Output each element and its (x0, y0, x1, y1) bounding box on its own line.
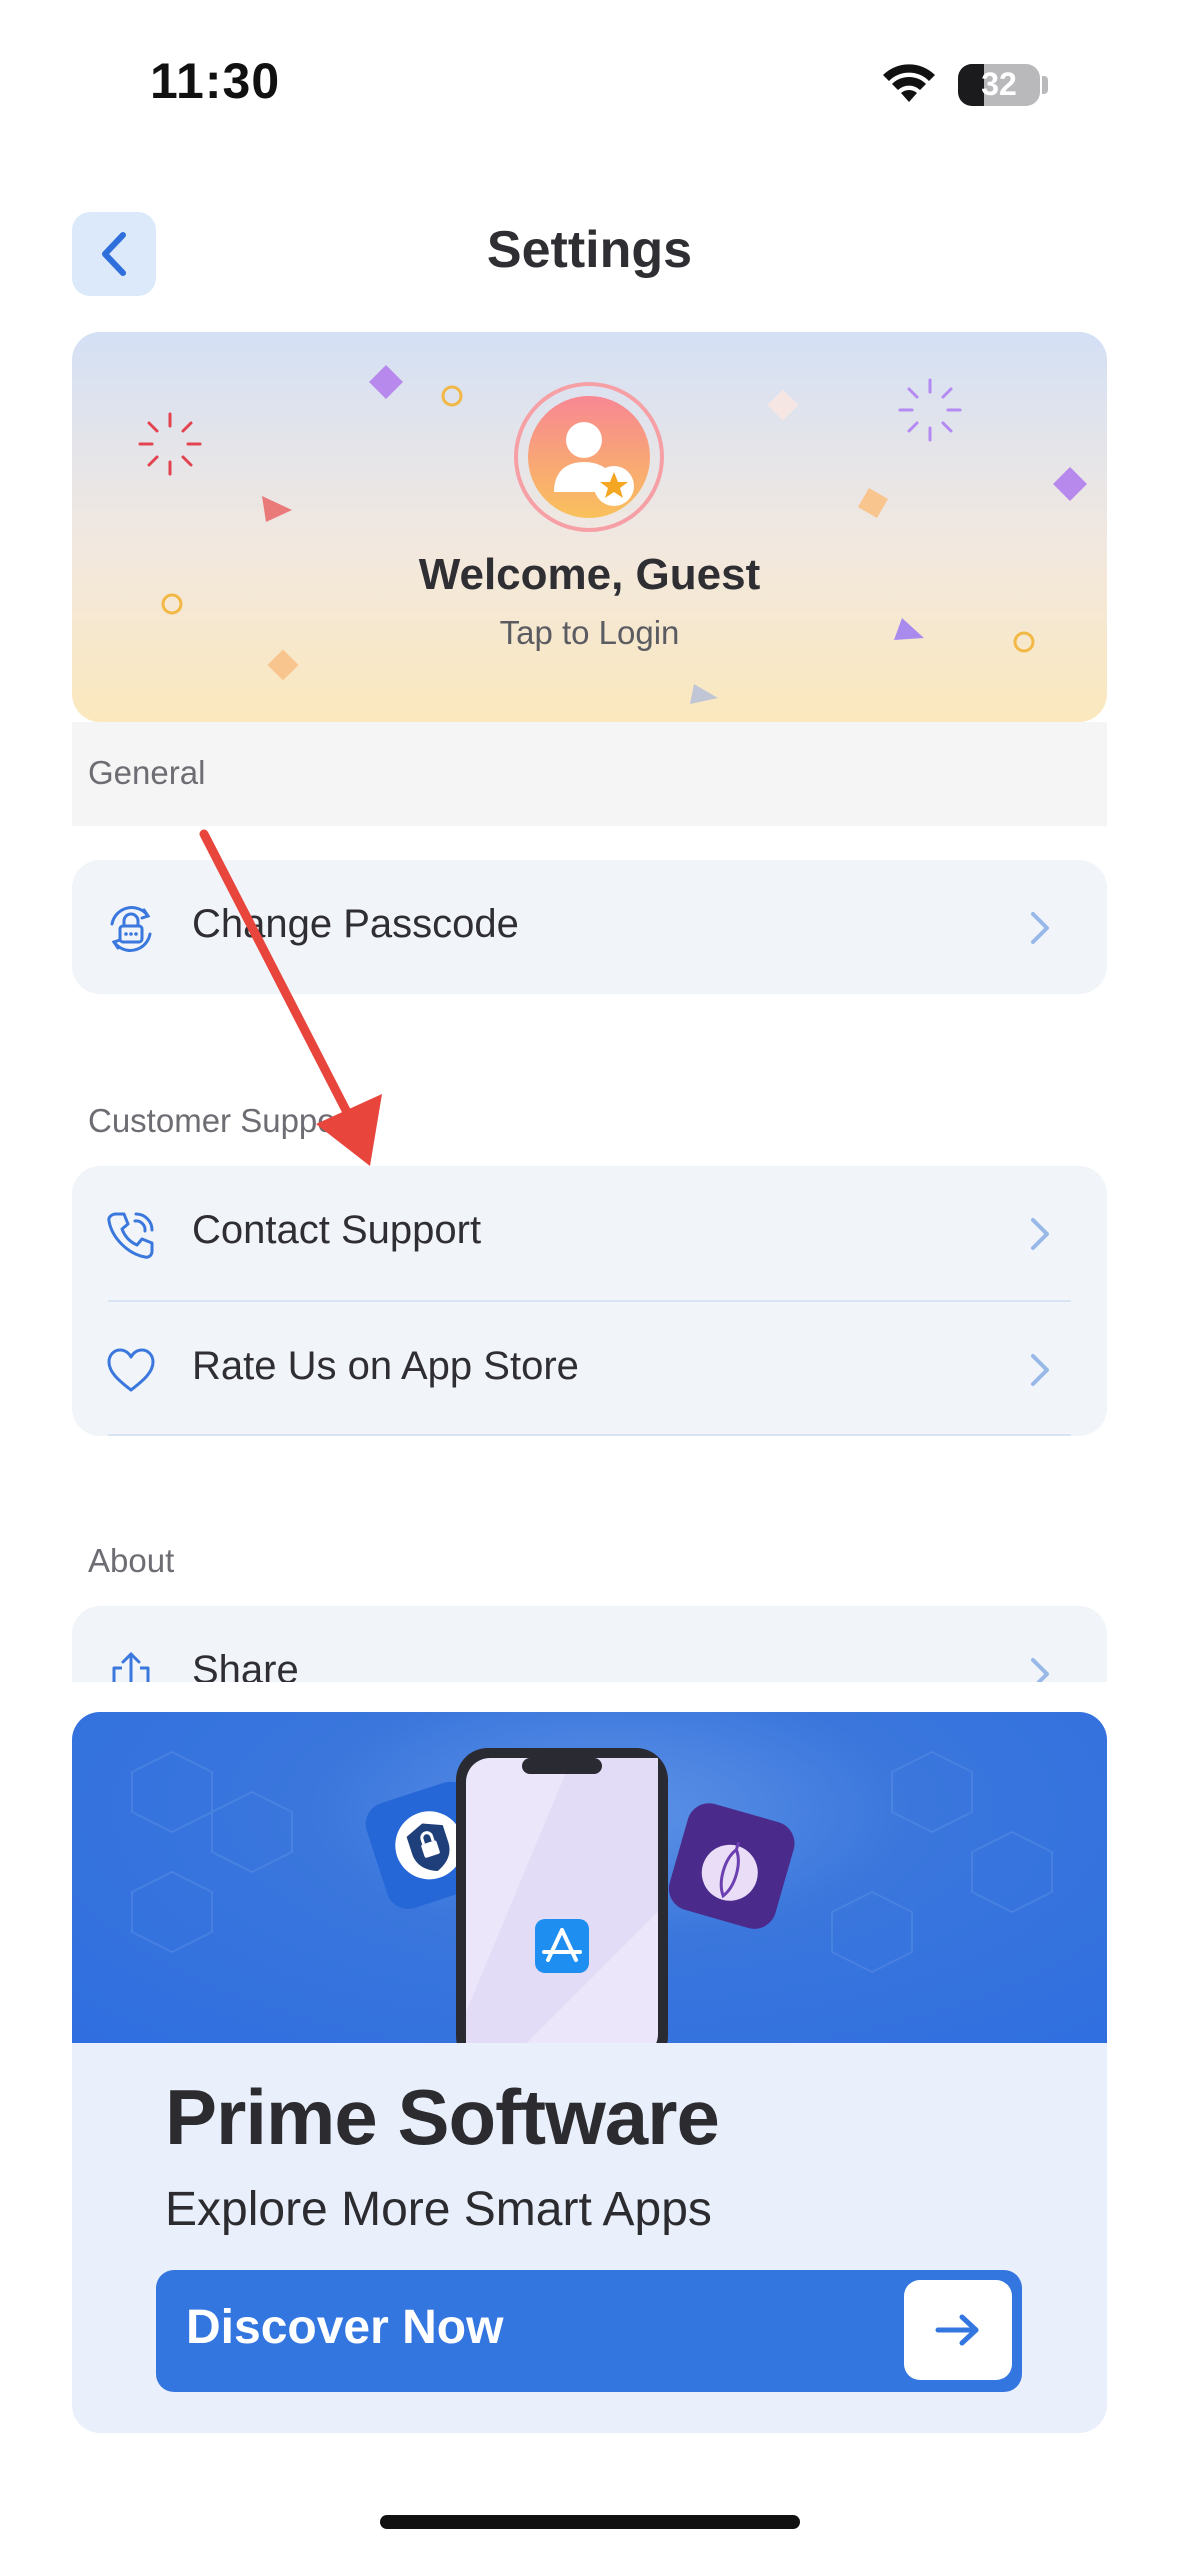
arrow-right-icon (904, 2280, 1012, 2380)
lock-icon (110, 906, 152, 952)
change-passcode-row[interactable]: Change Passcode (72, 860, 1107, 994)
chevron-right-icon (1031, 1354, 1049, 1386)
rate-app-label: Rate Us on App Store (192, 1344, 579, 1388)
welcome-card[interactable]: Welcome, Guest Tap to Login (72, 332, 1107, 722)
page-title: Settings (486, 221, 693, 279)
welcome-title: Welcome, Guest (418, 550, 761, 599)
contact-support-row[interactable]: Contact Support (72, 1166, 1107, 1300)
support-card: Contact Support Rate Us on App Store (72, 1166, 1107, 1436)
avatar[interactable] (514, 382, 664, 532)
share-label: Share (192, 1648, 299, 1682)
change-passcode-label: Change Passcode (192, 902, 519, 946)
promo-banner[interactable]: Prime Software Explore More Smart Apps D… (72, 1712, 1107, 2433)
share-row[interactable]: Share (72, 1606, 1107, 1682)
section-header-general: General (72, 722, 1107, 826)
promo-subtitle: Explore More Smart Apps (165, 2183, 712, 2236)
login-link[interactable]: Tap to Login (72, 614, 1107, 652)
general-card: Change Passcode (72, 860, 1107, 994)
promo-title: Prime Software (165, 2073, 720, 2161)
contact-support-label: Contact Support (192, 1208, 482, 1252)
section-label-support: Customer Support (88, 1102, 356, 1139)
section-label-general: General (88, 754, 206, 791)
chevron-right-icon (1031, 912, 1049, 944)
battery-indicator: 32 (958, 64, 1040, 106)
status-time: 11:30 (150, 53, 281, 109)
about-card: Share (72, 1606, 1107, 1682)
share-icon (112, 1652, 150, 1682)
battery-cap (1042, 76, 1048, 94)
home-indicator[interactable] (380, 2515, 800, 2529)
rate-app-row[interactable]: Rate Us on App Store (72, 1302, 1107, 1436)
discover-now-button[interactable]: Discover Now (156, 2270, 1022, 2392)
promo-illustration (72, 1712, 1107, 2043)
wifi-icon (883, 64, 935, 102)
section-label-about: About (88, 1542, 175, 1579)
battery-percent: 32 (981, 66, 1017, 102)
chevron-right-icon (1031, 1658, 1049, 1682)
row-divider (108, 1434, 1071, 1436)
heart-icon (107, 1348, 155, 1392)
chevron-right-icon (1031, 1218, 1049, 1250)
discover-now-label: Discover Now (186, 2301, 504, 2354)
phone-icon (107, 1212, 154, 1259)
user-icon (554, 422, 634, 506)
